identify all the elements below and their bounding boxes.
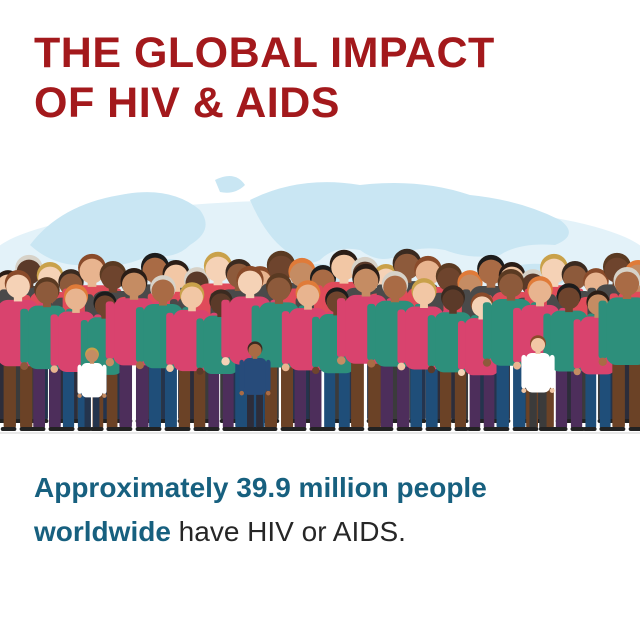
hero-illustration	[0, 150, 640, 445]
statistic-caption: Approximately 39.9 million people worldw…	[34, 466, 614, 554]
diverse-crowd-illustration	[0, 248, 640, 431]
infographic-card: THE GLOBAL IMPACT OF HIV & AIDS Approxim…	[0, 0, 640, 640]
page-title: THE GLOBAL IMPACT OF HIV & AIDS	[34, 28, 495, 128]
title-line-1: THE GLOBAL IMPACT	[34, 29, 495, 77]
statistic-rest: have HIV or AIDS.	[170, 516, 406, 547]
title-line-2: OF HIV & AIDS	[34, 79, 340, 127]
